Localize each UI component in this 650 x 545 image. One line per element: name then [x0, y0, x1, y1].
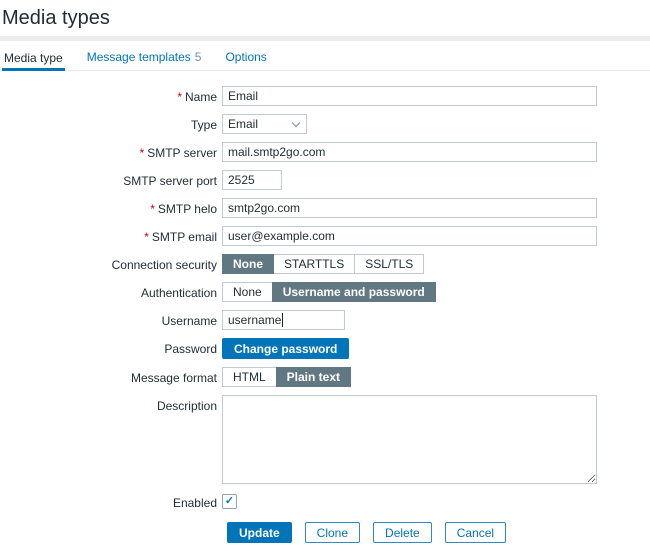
required-asterisk: * [150, 202, 155, 216]
message-format-segments: HTML Plain text [222, 367, 351, 387]
authentication-segments: None Username and password [222, 282, 436, 302]
type-row: Type Email [0, 114, 650, 134]
username-input[interactable]: username [222, 310, 345, 330]
smtp-port-input[interactable] [222, 170, 282, 190]
form-footer: Update Clone Delete Cancel [227, 522, 650, 543]
smtp-email-input[interactable] [222, 226, 597, 246]
connection-security-option-ssltls[interactable]: SSL/TLS [354, 254, 424, 274]
connection-security-option-none[interactable]: None [222, 254, 274, 274]
update-button[interactable]: Update [227, 522, 292, 543]
type-select-value: Email [228, 117, 258, 131]
enabled-row: Enabled ✓ [0, 492, 650, 510]
connection-security-row: Connection security None STARTTLS SSL/TL… [0, 254, 650, 274]
authentication-option-userpass[interactable]: Username and password [272, 282, 436, 302]
checkmark-icon: ✓ [225, 496, 234, 507]
connection-security-option-starttls[interactable]: STARTTLS [273, 254, 355, 274]
password-label: Password [0, 338, 222, 356]
type-label: Type [0, 114, 222, 132]
name-row: *Name [0, 86, 650, 106]
smtp-helo-input[interactable] [222, 198, 597, 218]
smtp-email-label: SMTP email [152, 230, 217, 244]
name-input[interactable] [222, 86, 597, 106]
smtp-helo-row: *SMTP helo [0, 198, 650, 218]
smtp-server-label: SMTP server [147, 146, 217, 160]
username-value: username [228, 313, 281, 327]
smtp-server-row: *SMTP server [0, 142, 650, 162]
required-asterisk: * [140, 146, 145, 160]
text-cursor [282, 313, 283, 327]
required-asterisk: * [144, 230, 149, 244]
clone-button[interactable]: Clone [305, 522, 360, 543]
message-templates-count: 5 [195, 50, 202, 64]
smtp-port-label: SMTP server port [0, 170, 222, 188]
description-textarea[interactable] [222, 395, 597, 484]
connection-security-label: Connection security [0, 254, 222, 272]
password-row: Password Change password [0, 338, 650, 359]
username-row: Username username [0, 310, 650, 330]
tab-media-type[interactable]: Media type [2, 42, 65, 71]
enabled-label: Enabled [0, 492, 222, 510]
change-password-button[interactable]: Change password [222, 338, 349, 359]
message-format-row: Message format HTML Plain text [0, 367, 650, 387]
description-label: Description [0, 395, 222, 413]
tab-message-templates-label: Message templates [87, 50, 191, 64]
type-select[interactable]: Email [222, 114, 307, 134]
connection-security-segments: None STARTTLS SSL/TLS [222, 254, 424, 274]
tab-options[interactable]: Options [223, 41, 268, 70]
message-format-option-plaintext[interactable]: Plain text [276, 367, 351, 387]
smtp-email-row: *SMTP email [0, 226, 650, 246]
authentication-label: Authentication [0, 282, 222, 300]
authentication-option-none[interactable]: None [222, 282, 273, 302]
delete-button[interactable]: Delete [373, 522, 432, 543]
page-title: Media types [0, 0, 650, 36]
authentication-row: Authentication None Username and passwor… [0, 282, 650, 302]
chevron-down-icon [292, 118, 300, 126]
media-type-form: *Name Type Email *SMTP server SMTP serve… [0, 86, 650, 543]
tab-message-templates[interactable]: Message templates 5 [85, 41, 204, 70]
message-format-option-html[interactable]: HTML [222, 367, 277, 387]
tab-bar: Media type Message templates 5 Options [0, 41, 650, 71]
description-row: Description [0, 395, 650, 484]
cancel-button[interactable]: Cancel [445, 522, 506, 543]
required-asterisk: * [177, 90, 182, 104]
name-label: Name [185, 90, 217, 104]
username-label: Username [0, 310, 222, 328]
message-format-label: Message format [0, 367, 222, 385]
smtp-helo-label: SMTP helo [158, 202, 217, 216]
enabled-checkbox[interactable]: ✓ [222, 494, 237, 509]
smtp-server-input[interactable] [222, 142, 597, 162]
smtp-port-row: SMTP server port [0, 170, 650, 190]
